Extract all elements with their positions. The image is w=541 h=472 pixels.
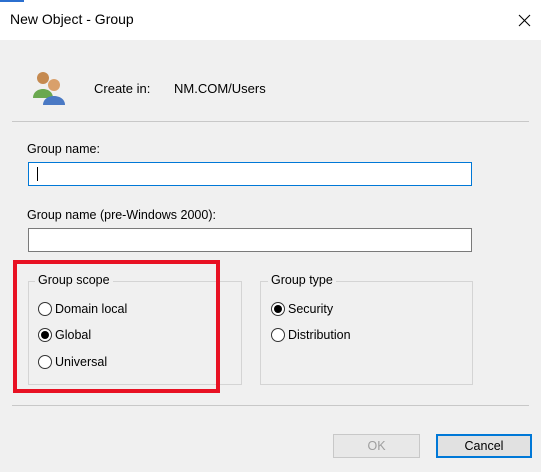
radio-label: Distribution: [288, 328, 351, 342]
group-type-title: Group type: [268, 273, 336, 287]
header-separator: [12, 121, 529, 122]
close-icon: [518, 14, 530, 26]
window-title: New Object - Group: [10, 11, 134, 27]
radio-circle: [271, 328, 285, 342]
group-users-icon: [33, 72, 65, 105]
group-name-label: Group name:: [27, 142, 100, 156]
ok-button[interactable]: OK: [333, 434, 420, 458]
group-name-input[interactable]: [28, 162, 472, 186]
footer-separator: [12, 405, 529, 406]
title-bar: New Object - Group: [0, 0, 541, 40]
radio-dot: [274, 305, 282, 313]
radio-distribution[interactable]: Distribution: [271, 328, 351, 342]
pre2000-name-input[interactable]: [28, 228, 472, 252]
text-caret: [37, 167, 38, 181]
new-object-group-dialog: New Object - Group Create in: NM.COM/Use…: [0, 0, 541, 472]
radio-label: Security: [288, 302, 334, 316]
cancel-button[interactable]: Cancel: [436, 434, 532, 458]
highlight-annotation-box: [13, 260, 220, 393]
title-accent: [0, 0, 24, 2]
pre2000-name-label: Group name (pre-Windows 2000):: [27, 208, 216, 222]
radio-circle-selected: [271, 302, 285, 316]
create-in-label: Create in:: [94, 81, 151, 96]
radio-security[interactable]: Security: [271, 302, 333, 316]
create-in-value: NM.COM/Users: [174, 81, 266, 96]
close-button[interactable]: [510, 6, 538, 34]
